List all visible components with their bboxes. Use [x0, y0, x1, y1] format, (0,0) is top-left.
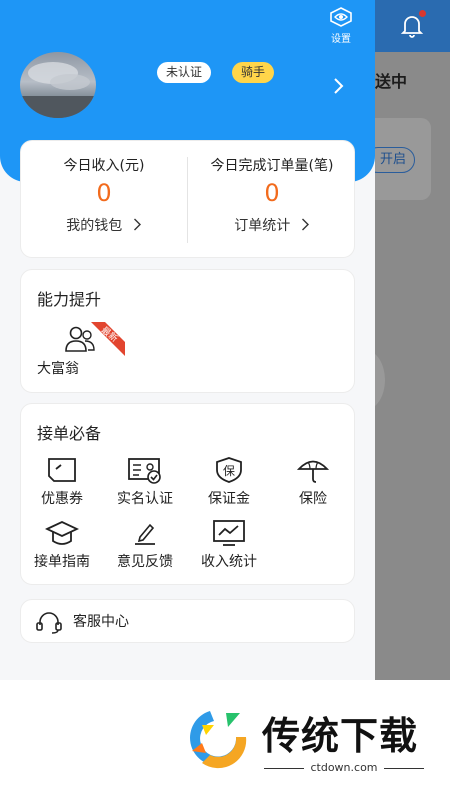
ability-title: 能力提升	[37, 290, 102, 309]
order-stats-link-label: 订单统计	[234, 218, 291, 234]
income-stats-label: 收入统计	[201, 554, 257, 570]
customer-service-label: 客服中心	[73, 614, 129, 630]
order-stats-link[interactable]: 订单统计	[189, 215, 355, 235]
notification-dot	[419, 10, 426, 17]
deposit-label: 保证金	[208, 491, 250, 507]
watermark-domain: ctdown.com	[262, 761, 426, 774]
wallet-link-label: 我的钱包	[66, 218, 123, 234]
headset-icon	[36, 612, 62, 634]
orders-stat: 今日完成订单量(笔) 0 订单统计	[189, 141, 355, 235]
new-tag: 最新	[91, 322, 125, 356]
background-app-overlay[interactable]: 送中 开启	[345, 0, 450, 680]
pencil-icon	[135, 523, 155, 545]
chevron-right-icon	[133, 218, 141, 231]
essentials-card: 接单必备 优惠券 实名认证 保 保证金 保险 接单指南 意见反馈 收入统计	[20, 403, 355, 585]
background-status-text: 送中	[375, 72, 408, 91]
watermark-domain-text: ctdown.com	[304, 761, 384, 774]
deposit-button[interactable]: 保 保证金	[189, 456, 269, 508]
order-guide-label: 接单指南	[34, 554, 90, 570]
watermark-title: 传统下载	[262, 714, 419, 758]
settings-eye-icon	[330, 7, 352, 27]
insurance-label: 保险	[299, 491, 327, 507]
svg-text:保: 保	[223, 464, 235, 478]
income-stats-button[interactable]: 收入统计	[189, 519, 269, 571]
umbrella-icon	[296, 460, 330, 483]
wallet-link[interactable]: 我的钱包	[21, 215, 187, 235]
rider-badge: 骑手	[232, 62, 275, 83]
essentials-title: 接单必备	[37, 424, 102, 443]
chevron-right-icon	[301, 218, 309, 231]
unverified-badge[interactable]: 未认证	[157, 62, 212, 83]
chevron-right-icon[interactable]	[333, 77, 345, 95]
orders-value: 0	[264, 179, 280, 207]
income-label: 今日收入(元)	[63, 158, 145, 174]
income-stat: 今日收入(元) 0 我的钱包	[21, 141, 187, 235]
order-guide-button[interactable]: 接单指南	[22, 519, 102, 571]
settings-label: 设置	[331, 34, 351, 45]
avatar[interactable]	[20, 52, 96, 118]
customer-service-row[interactable]: 客服中心	[20, 599, 355, 643]
feedback-label: 意见反馈	[117, 554, 173, 570]
deposit-shield-icon: 保	[216, 457, 242, 483]
real-name-auth-label: 实名认证	[117, 491, 173, 507]
background-top-bar	[375, 0, 450, 52]
watermark-logo	[190, 711, 247, 769]
id-card-icon	[128, 458, 161, 484]
side-drawer: 设置 未认证 骑手 今日收入(元) 0 我的钱包 今日完成订单量(笔) 0 订单…	[0, 0, 375, 680]
stats-divider	[187, 157, 188, 243]
real-name-auth-button[interactable]: 实名认证	[105, 456, 185, 508]
stats-card: 今日收入(元) 0 我的钱包 今日完成订单量(笔) 0 订单统计	[20, 140, 355, 258]
coupon-button[interactable]: 优惠券	[22, 456, 102, 508]
chart-monitor-icon	[213, 520, 245, 546]
orders-label: 今日完成订单量(笔)	[210, 158, 334, 174]
income-value: 0	[96, 179, 112, 207]
monopoly-label: 大富翁	[37, 361, 79, 377]
coupon-icon	[48, 458, 76, 482]
coupon-label: 优惠券	[41, 491, 83, 507]
feedback-button[interactable]: 意见反馈	[105, 519, 185, 571]
ability-card: 能力提升 最新 大富翁	[20, 269, 355, 393]
settings-button[interactable]: 设置	[324, 6, 358, 45]
graduation-cap-icon	[45, 521, 79, 545]
insurance-button[interactable]: 保险	[273, 456, 353, 508]
